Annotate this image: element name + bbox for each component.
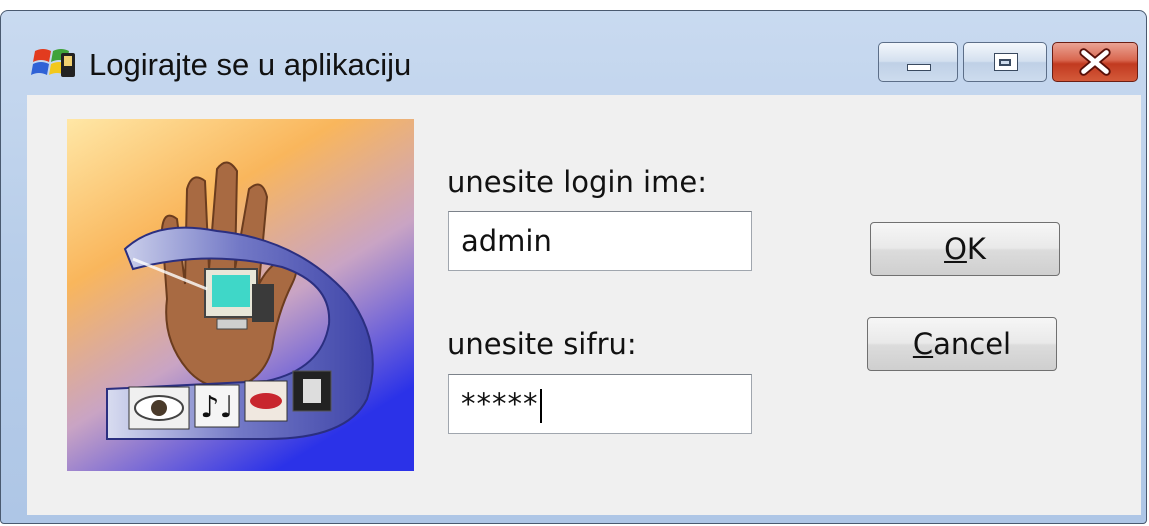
close-button[interactable] [1052, 42, 1138, 82]
ok-button-label: K [966, 232, 986, 266]
maximize-button[interactable] [963, 42, 1047, 82]
minimize-icon [907, 64, 931, 71]
login-name-input[interactable]: admin [448, 211, 752, 271]
text-caret [539, 389, 542, 423]
title-bar[interactable]: Logirajte se u aplikaciju [1, 11, 1146, 93]
cancel-button[interactable]: Cancel [867, 317, 1057, 371]
dialog-client-area: ♪♩ unesite login ime: admin unesite sifr… [27, 95, 1141, 515]
login-dialog-window: Logirajte se u aplikaciju ♪♩ unesite log… [0, 10, 1147, 524]
cancel-button-label: ancel [933, 327, 1012, 361]
cancel-button-mnemonic: C [912, 327, 934, 361]
svg-text:♪♩: ♪♩ [200, 390, 233, 425]
password-input[interactable]: ***** [448, 374, 752, 434]
windows-flag-icon [31, 49, 75, 77]
multimedia-hand-illustration: ♪♩ [67, 119, 414, 471]
maximize-icon [994, 53, 1018, 71]
login-name-value: admin [461, 224, 552, 258]
password-value: ***** [461, 387, 539, 421]
password-label: unesite sifru: [447, 327, 637, 361]
ok-button-mnemonic: O [944, 232, 967, 266]
ok-button[interactable]: OK [870, 222, 1060, 276]
close-icon [1079, 48, 1111, 76]
window-title: Logirajte se u aplikaciju [89, 47, 412, 82]
login-name-label: unesite login ime: [447, 165, 707, 199]
minimize-button[interactable] [878, 42, 958, 82]
